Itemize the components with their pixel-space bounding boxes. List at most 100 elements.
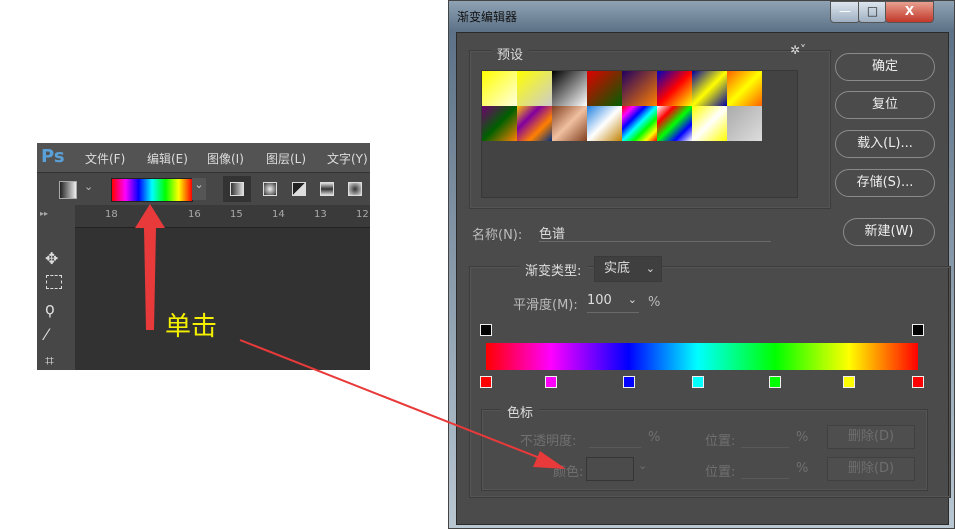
angle-gradient-button[interactable] xyxy=(292,182,306,196)
maximize-button[interactable]: □ xyxy=(858,1,887,23)
photoshop-window: Ps 文件(F) 编辑(E) 图像(I) 图层(L) 文字(Y) ⌄ ⌄ 18 … xyxy=(37,143,370,370)
chevron-down-icon: ⌄ xyxy=(627,293,637,306)
opacity-stop[interactable] xyxy=(480,324,492,336)
smoothness-label: 平滑度(M): xyxy=(513,298,578,313)
delete-opacity-stop-button[interactable]: 删除(D) xyxy=(827,425,915,449)
name-label: 名称(N): xyxy=(472,228,523,243)
tool-preset-icon[interactable] xyxy=(59,181,77,199)
color-location-label: 位置: xyxy=(705,465,736,480)
move-tool-icon[interactable]: ✥ xyxy=(45,249,58,268)
preset-swatch[interactable] xyxy=(657,71,692,106)
preset-swatch[interactable] xyxy=(587,71,622,106)
opacity-stop[interactable] xyxy=(912,324,924,336)
ps-logo: Ps xyxy=(41,146,65,167)
gradient-editor-dialog: 渐变编辑器 — □ X 预设 ✲˅ 确定 复位 载入(L)... 存储(S)..… xyxy=(448,0,955,529)
preset-swatch[interactable] xyxy=(482,71,517,106)
color-stop[interactable] xyxy=(842,376,855,388)
opacity-percent: % xyxy=(648,430,661,445)
color-stop[interactable] xyxy=(544,376,557,388)
diamond-gradient-button[interactable] xyxy=(348,182,362,196)
menu-type[interactable]: 文字(Y) xyxy=(327,150,368,167)
gradient-dropdown[interactable]: ⌄ xyxy=(192,178,206,200)
preset-swatch[interactable] xyxy=(622,71,657,106)
preset-swatch[interactable] xyxy=(727,106,762,141)
menu-bar: Ps 文件(F) 编辑(E) 图像(I) 图层(L) 文字(Y) xyxy=(37,143,370,172)
linear-gradient-button[interactable] xyxy=(223,176,251,202)
preset-swatch[interactable] xyxy=(692,106,727,141)
color-stop[interactable] xyxy=(912,376,924,388)
ruler-tick: 13 xyxy=(314,209,327,220)
ruler-tick: 16 xyxy=(188,209,201,220)
color-stop[interactable] xyxy=(480,376,492,388)
magic-wand-tool-icon[interactable]: ⁄ xyxy=(45,325,48,344)
name-input[interactable]: 色谱 xyxy=(539,223,771,242)
preset-swatch[interactable] xyxy=(552,71,587,106)
horizontal-ruler: 18 16 15 14 13 12 xyxy=(75,205,370,228)
menu-file[interactable]: 文件(F) xyxy=(85,150,125,167)
preset-swatch[interactable] xyxy=(552,106,587,141)
gradient-type-select[interactable]: 实底 ⌄ xyxy=(594,256,662,282)
opacity-location-percent: % xyxy=(796,430,809,445)
radial-gradient-button[interactable] xyxy=(263,182,277,196)
ruler-tick: 14 xyxy=(272,209,285,220)
preset-swatch[interactable] xyxy=(727,71,762,106)
load-button[interactable]: 载入(L)... xyxy=(835,130,935,158)
crop-tool-icon[interactable]: ⌗ xyxy=(45,351,54,370)
gear-icon[interactable]: ✲˅ xyxy=(790,43,806,57)
chevron-down-icon[interactable]: ⌄ xyxy=(84,180,93,193)
opacity-input[interactable] xyxy=(589,429,641,448)
preset-list xyxy=(481,70,798,198)
gradient-type-label: 渐变类型: xyxy=(519,260,588,279)
preset-swatch[interactable] xyxy=(622,106,657,141)
color-swatch[interactable] xyxy=(586,457,634,481)
collapse-icon[interactable]: ▸▸ xyxy=(40,209,48,218)
preset-swatch[interactable] xyxy=(587,106,622,141)
stops-label: 色标 xyxy=(501,402,540,421)
color-stop[interactable] xyxy=(691,376,704,388)
tools-panel: ▸▸ ✥ ϙ ⁄ ⌗ xyxy=(37,205,75,370)
color-stop[interactable] xyxy=(769,376,782,388)
reflected-gradient-button[interactable] xyxy=(320,182,334,196)
preset-swatch[interactable] xyxy=(482,106,517,141)
ruler-tick: 12 xyxy=(356,209,369,220)
ruler-tick: 18 xyxy=(105,209,118,220)
smoothness-value: 100 xyxy=(587,293,612,308)
close-button[interactable]: X xyxy=(885,1,934,23)
dialog-content: 预设 ✲˅ 确定 复位 载入(L)... 存储(S)... 新建(W) 名称(N… xyxy=(456,32,951,525)
delete-color-stop-button[interactable]: 删除(D) xyxy=(827,457,915,481)
smoothness-select[interactable]: 100 ⌄ xyxy=(587,293,639,313)
chevron-down-icon: ⌄ xyxy=(645,262,655,275)
chevron-down-icon: ⌄ xyxy=(638,459,648,472)
opacity-location-label: 位置: xyxy=(705,434,736,449)
minimize-button[interactable]: — xyxy=(830,1,860,23)
ruler-tick: 15 xyxy=(230,209,243,220)
preset-swatch[interactable] xyxy=(517,106,552,141)
preset-swatch[interactable] xyxy=(657,106,692,141)
lasso-tool-icon[interactable]: ϙ xyxy=(45,299,55,318)
smoothness-percent: % xyxy=(648,295,661,310)
ok-button[interactable]: 确定 xyxy=(835,53,935,81)
preset-swatch[interactable] xyxy=(692,71,727,106)
menu-layer[interactable]: 图层(L) xyxy=(266,150,306,167)
gradient-preview-bar[interactable] xyxy=(486,343,918,370)
color-label: 颜色: xyxy=(553,465,584,480)
color-location-percent: % xyxy=(796,461,809,476)
presets-label: 预设 xyxy=(491,44,530,63)
options-bar: ⌄ ⌄ xyxy=(37,173,370,205)
reset-button[interactable]: 复位 xyxy=(835,91,935,119)
new-button[interactable]: 新建(W) xyxy=(843,218,935,246)
menu-image[interactable]: 图像(I) xyxy=(207,150,244,167)
color-location-input[interactable] xyxy=(741,460,789,479)
gradient-slider xyxy=(480,321,924,391)
preset-swatch[interactable] xyxy=(517,71,552,106)
opacity-label: 不透明度: xyxy=(520,434,577,449)
opacity-location-input[interactable] xyxy=(741,429,789,448)
gradient-type-value: 实底 xyxy=(604,261,631,276)
gradient-picker[interactable] xyxy=(111,178,193,202)
color-stop[interactable] xyxy=(622,376,635,388)
save-button[interactable]: 存储(S)... xyxy=(835,169,935,197)
menu-edit[interactable]: 编辑(E) xyxy=(147,150,188,167)
dialog-title: 渐变编辑器 xyxy=(457,10,518,24)
marquee-tool-icon[interactable] xyxy=(46,275,62,289)
click-annotation: 单击 xyxy=(165,312,218,342)
